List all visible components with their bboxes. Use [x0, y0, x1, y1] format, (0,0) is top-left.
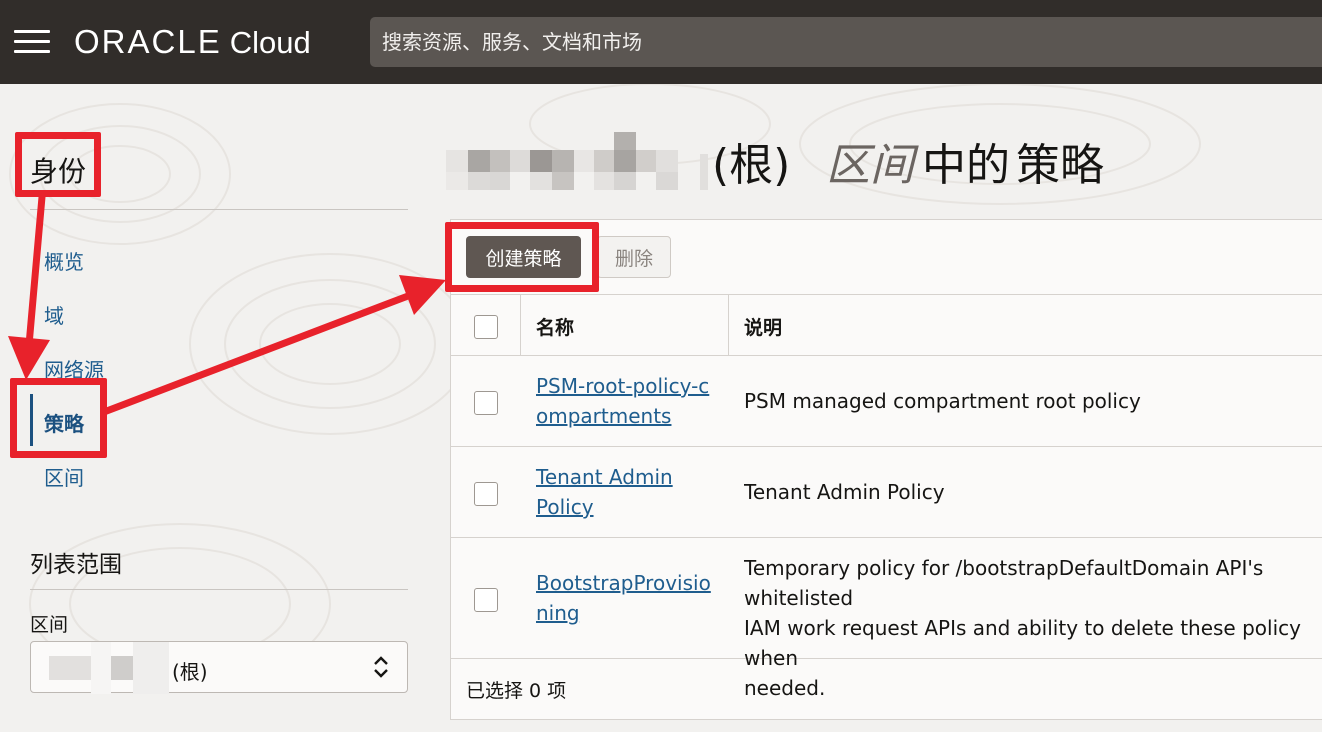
menu-icon[interactable] [14, 30, 50, 54]
policy-description: PSM managed compartment root policy [744, 389, 1141, 413]
policy-description: Tenant Admin Policy [744, 480, 945, 504]
sidebar-item-compartments[interactable]: 区间 [44, 462, 84, 491]
policy-name-link[interactable]: BootstrapProvisioning [536, 568, 716, 628]
annotation-highlight-identity [15, 132, 101, 197]
column-header-name[interactable]: 名称 [536, 313, 574, 340]
select-updown-icon [374, 656, 388, 678]
column-divider [728, 294, 729, 355]
top-navigation-bar: ORACLE Cloud [0, 0, 1322, 84]
heading-policies-word: 策略 [1016, 140, 1104, 191]
column-divider [520, 294, 521, 355]
logo-cloud-text: Cloud [229, 25, 311, 60]
row-checkbox[interactable] [474, 482, 498, 506]
row-checkbox[interactable] [474, 588, 498, 612]
list-scope-title: 列表范围 [30, 552, 122, 578]
table-top-border [451, 294, 1322, 295]
global-search-input[interactable] [370, 17, 1322, 67]
table-header-border [451, 355, 1322, 356]
sidebar-divider [30, 209, 408, 210]
table-row-border [451, 537, 1322, 538]
compartment-label: 区间 [30, 614, 69, 636]
selection-count: 已选择 0 项 [466, 680, 567, 702]
row-checkbox[interactable] [474, 391, 498, 415]
policy-name-link[interactable]: PSM-root-policy-compartments [536, 371, 716, 431]
heading-middle-text: 中的 [922, 140, 1010, 191]
oracle-cloud-logo[interactable]: ORACLE Cloud [74, 22, 311, 62]
sidebar-item-overview[interactable]: 概览 [44, 246, 84, 275]
select-all-checkbox[interactable] [474, 315, 498, 339]
policy-name-link[interactable]: Tenant Admin Policy [536, 462, 686, 522]
heading-root-suffix: (根) [712, 140, 791, 191]
redacted-compartment-name [49, 642, 169, 694]
heading-compartment-word: 区间 [826, 140, 914, 191]
table-row-border [451, 446, 1322, 447]
compartment-select[interactable]: (根) [30, 641, 408, 694]
column-header-description[interactable]: 说明 [744, 313, 782, 340]
scope-divider [30, 589, 408, 590]
annotation-highlight-create-button [445, 222, 599, 292]
annotation-highlight-policies [10, 378, 107, 458]
logo-oracle-text: ORACLE [74, 23, 222, 60]
delete-button: 删除 [597, 236, 671, 278]
sidebar-item-domains[interactable]: 域 [44, 300, 64, 329]
redacted-tenancy-name [446, 132, 708, 196]
policy-description: Temporary policy for /bootstrapDefaultDo… [744, 556, 1301, 700]
compartment-select-value: (根) [172, 660, 208, 684]
